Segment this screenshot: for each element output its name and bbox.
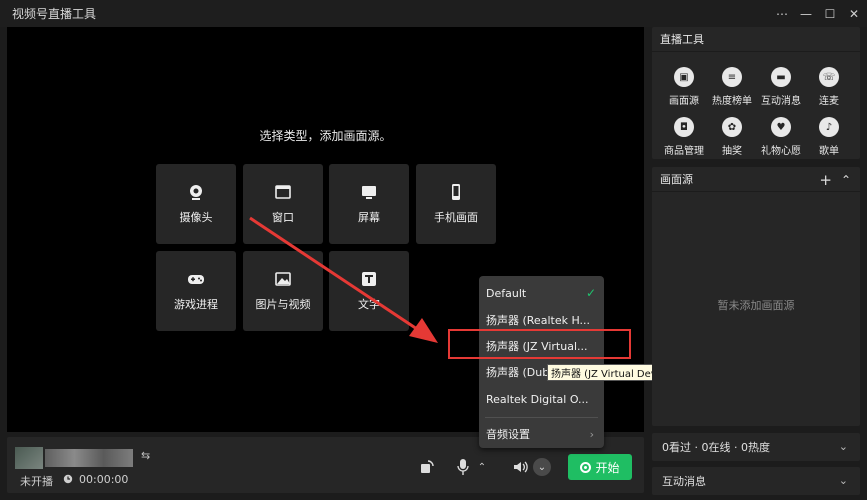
source-tile-media[interactable]: 图片与视频 (243, 251, 323, 331)
live-duration: 00:00:00 (79, 473, 129, 486)
minimize-button[interactable]: — (795, 0, 817, 27)
window-controls: ⋯ — ☐ ✕ (771, 0, 867, 27)
source-tile-window[interactable]: 窗口 (243, 164, 323, 244)
source-tile-camera[interactable]: 摄像头 (156, 164, 236, 244)
live-status: 未开播 (20, 475, 53, 488)
microphone-button[interactable] (455, 456, 471, 478)
screen-icon (362, 186, 376, 199)
tool-label: 连麦 (819, 96, 839, 107)
add-source-icon[interactable]: + (819, 171, 832, 189)
chevron-right-icon: › (589, 427, 594, 441)
tool-label: 歌单 (819, 146, 839, 157)
maximize-button[interactable]: ☐ (819, 0, 841, 27)
audio-settings-item[interactable]: 音频设置 › (479, 421, 604, 447)
source-label: 摄像头 (179, 211, 213, 224)
tool-scene[interactable]: ▣ 画面源 (662, 67, 706, 107)
tool-lottery[interactable]: ✿ 抽奖 (710, 117, 754, 157)
source-tile-phone[interactable]: 手机画面 (416, 164, 496, 244)
menu-item-label: Default (486, 286, 527, 300)
call-icon: ☏ (819, 67, 839, 87)
panel-title: 直播工具 (652, 27, 860, 52)
messages-title: 互动消息 (662, 475, 706, 488)
account-name-blurred (45, 449, 133, 467)
lottery-icon: ✿ (722, 117, 742, 137)
source-label: 游戏进程 (174, 298, 218, 311)
menu-divider (485, 417, 598, 418)
empty-state-text: 暂未添加画面源 (717, 299, 795, 312)
message-icon: ▬ (771, 67, 791, 87)
source-tile-game[interactable]: 游戏进程 (156, 251, 236, 331)
mic-options-chevron-icon[interactable]: ⌃ (475, 458, 489, 476)
list-icon: ≡ (722, 67, 742, 87)
tool-label: 抽奖 (722, 146, 742, 157)
source-tile-screen[interactable]: 屏幕 (329, 164, 409, 244)
phone-icon (452, 184, 460, 200)
window-icon (275, 185, 291, 199)
menu-item-default[interactable]: Default ✓ (479, 280, 604, 306)
start-live-button[interactable]: 开始 (568, 454, 632, 480)
speaker-options-chevron-icon[interactable]: ⌄ (533, 458, 551, 476)
shop-bag-icon: ◘ (674, 117, 694, 137)
collapse-chevron-icon[interactable]: ⌃ (841, 173, 851, 187)
stats-text: 0看过 · 0在线 · 0热度 (662, 441, 770, 454)
check-icon: ✓ (585, 286, 596, 300)
messages-panel[interactable]: 互动消息 ⌄ (652, 467, 860, 495)
live-icon (580, 461, 592, 473)
tool-heat-list[interactable]: ≡ 热度榜单 (710, 67, 754, 107)
source-label: 图片与视频 (255, 298, 311, 311)
gift-heart-icon: ♥ (771, 117, 791, 137)
tool-gift-wish[interactable]: ♥ 礼物心愿 (759, 117, 803, 157)
add-source-prompt: 选择类型，添加画面源。 (259, 129, 392, 143)
chevron-down-icon: ⌄ (838, 474, 848, 487)
source-label: 窗口 (272, 211, 294, 224)
speaker-button[interactable] (512, 456, 530, 478)
menu-item-realtek-digital[interactable]: Realtek Digital O... (479, 386, 604, 412)
close-button[interactable]: ✕ (843, 0, 865, 27)
menu-item-label: 音频设置 (486, 428, 530, 441)
scene-icon: ▣ (674, 67, 694, 87)
stats-panel[interactable]: 0看过 · 0在线 · 0热度 ⌄ (652, 433, 860, 461)
speaker-icon (514, 461, 528, 473)
audio-output-menu: Default ✓ 扬声器 (Realtek H... 扬声器 (JZ Virt… (479, 276, 604, 448)
tool-playlist[interactable]: ♪ 歌单 (807, 117, 851, 157)
live-tools-panel: 直播工具 ▣ 画面源 ≡ 热度榜单 ▬ 互动消息 ☏ 连麦 ◘ 商品管理 ✿ 抽… (652, 27, 860, 159)
source-label: 文字 (358, 298, 380, 311)
menu-item-label: 扬声器 (Dubb (486, 366, 557, 379)
scene-source-panel: 画面源 + ⌃ 暂未添加画面源 (652, 167, 860, 426)
menu-item-label: Realtek Digital O... (486, 392, 589, 406)
music-icon: ♪ (819, 117, 839, 137)
camera-icon (190, 185, 202, 200)
source-label: 屏幕 (358, 211, 380, 224)
chevron-down-icon: ⌄ (838, 440, 848, 453)
clock-icon (63, 474, 73, 484)
microphone-icon (457, 459, 469, 475)
rotate-icon (421, 460, 434, 473)
text-icon (362, 272, 376, 286)
tool-label: 热度榜单 (712, 96, 752, 107)
tool-products[interactable]: ◘ 商品管理 (662, 117, 706, 157)
avatar[interactable] (15, 447, 43, 469)
source-label: 手机画面 (434, 211, 478, 224)
swap-account-icon[interactable]: ⇆ (141, 449, 150, 462)
highlight-annotation-box (448, 329, 631, 359)
rotate-screen-button[interactable] (417, 457, 437, 477)
panel-title: 画面源 (660, 173, 693, 186)
source-tile-text[interactable]: 文字 (329, 251, 409, 331)
tool-co-host[interactable]: ☏ 连麦 (807, 67, 851, 107)
title-bar: 视频号直播工具 ⋯ — ☐ ✕ (0, 0, 867, 27)
scene-panel-header: 画面源 + ⌃ (652, 167, 860, 192)
menu-item-label: 扬声器 (Realtek H... (486, 314, 591, 327)
tool-messages[interactable]: ▬ 互动消息 (759, 67, 803, 107)
gamepad-icon (188, 275, 204, 284)
window-title: 视频号直播工具 (12, 7, 97, 21)
more-icon[interactable]: ⋯ (771, 0, 793, 27)
image-icon (275, 272, 291, 286)
start-label: 开始 (595, 460, 620, 475)
